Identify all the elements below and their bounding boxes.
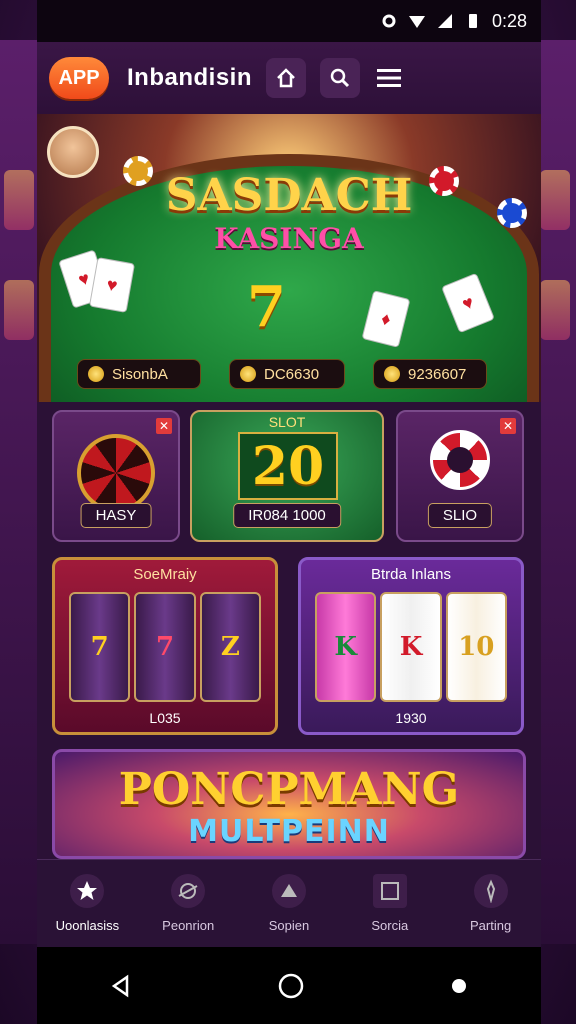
coin-icon (240, 366, 256, 382)
nav-item-promotion[interactable]: Peonrion (138, 860, 239, 947)
nav-item-label: Sorcia (371, 918, 409, 933)
system-navigation-bar (37, 947, 541, 1024)
casino-chip-icon (497, 198, 527, 228)
slot-reel: 7 (134, 592, 196, 702)
menu-button[interactable] (374, 58, 404, 98)
hero-stat-pill[interactable]: 9236607 (373, 359, 487, 389)
app-logo[interactable]: APP (49, 57, 109, 99)
settings-status-icon (382, 14, 396, 28)
hero-stat-label: SisonbA (112, 365, 168, 383)
nav-item-label: Parting (469, 918, 512, 933)
slot-number: 20 (238, 432, 338, 500)
lucky-seven: 7 (247, 274, 286, 340)
home-button[interactable] (266, 58, 306, 98)
recents-icon[interactable] (449, 976, 469, 996)
hero-stat-label: DC6630 (264, 365, 320, 383)
app-window: APP Inbandisin SASDACH KASINGA 7 ♥ ♥ ♦ ♥ (37, 42, 541, 947)
background-decoration-left (0, 40, 40, 944)
nav-item-home[interactable]: Uoonlasiss (37, 860, 138, 947)
nav-item-label: Sopien (268, 918, 310, 933)
coin-icon (88, 366, 104, 382)
game-tile-roulette[interactable]: ✕ HASY (52, 410, 180, 542)
planet-icon (171, 874, 206, 908)
game-tile-chip[interactable]: ✕ SLIO (396, 410, 524, 542)
pen-icon (473, 874, 508, 908)
signal-icon (437, 14, 452, 28)
slot-reel: K (380, 592, 442, 702)
reel-symbol: 7 (155, 632, 175, 662)
hero-stat-pill[interactable]: DC6630 (229, 359, 345, 389)
hat-icon (271, 874, 306, 908)
app-header: APP Inbandisin (37, 42, 541, 114)
slot-reel: K (315, 592, 377, 702)
status-time: 0:28 (491, 10, 527, 31)
game-tile-label: IR084 1000 (233, 503, 341, 528)
slot-machine-title: SoeMraiy (133, 566, 197, 583)
slot-machine-value: 1930 (395, 710, 427, 726)
slot-machine-card[interactable]: Btrda Inlans K K 10 1930 (298, 557, 524, 735)
slot-machine-card[interactable]: SoeMraiy 7 7 Z L035 (52, 557, 278, 735)
promo-banner-subtitle: MULTPEINN (188, 814, 390, 849)
promo-banner[interactable]: PONCPMANG MULTPEINN (52, 749, 526, 859)
nav-item-label: Peonrion (162, 918, 215, 933)
home-circle-icon[interactable] (277, 972, 305, 1000)
promo-banner-title: PONCPMANG (118, 764, 460, 815)
search-button[interactable] (320, 58, 360, 98)
reel-symbol: K (334, 632, 357, 662)
nav-item-sport[interactable]: Sopien (239, 860, 340, 947)
game-tiles-row: ✕ HASY SLOT 20 IR084 1000 ✕ SLIO (52, 410, 526, 544)
slot-machine-title: Btrda Inlans (370, 566, 452, 583)
status-bar: 0:28 (37, 0, 541, 42)
wifi-icon (408, 16, 425, 28)
search-icon (330, 68, 350, 88)
slot-machine-value: L035 (149, 710, 181, 726)
casino-chip-icon (123, 156, 153, 186)
game-tile-label: SLIO (427, 503, 493, 528)
hero-stat-label: 9236607 (408, 365, 467, 383)
phone-screen: 0:28 APP Inbandisin SASDACH KASINGA 7 ♥ … (0, 0, 576, 1024)
hero-title: SASDACH (165, 170, 413, 221)
close-icon[interactable]: ✕ (156, 418, 172, 434)
nav-item-ranking[interactable]: Parting (440, 860, 541, 947)
home-icon (277, 68, 295, 88)
page-title: Inbandisin (127, 64, 252, 91)
casino-chip-icon (430, 430, 490, 490)
back-icon[interactable] (109, 974, 133, 998)
casino-chip-icon (429, 166, 459, 196)
reel-symbol: Z (220, 632, 240, 662)
battery-icon (468, 14, 477, 28)
background-decoration-right (536, 40, 576, 944)
nav-item-label: Uoonlasiss (55, 918, 120, 933)
frame-icon (372, 874, 407, 908)
hero-banner[interactable]: SASDACH KASINGA 7 ♥ ♥ ♦ ♥ SisonbA DC6630… (37, 114, 541, 402)
game-tile-top-label: SLOT (268, 414, 306, 430)
slot-machines-row: SoeMraiy 7 7 Z L035 Btrda Inlans K K 10 … (52, 557, 526, 737)
game-tile-slot[interactable]: SLOT 20 IR084 1000 (190, 410, 384, 542)
slot-reels: 7 7 Z (69, 592, 261, 702)
close-icon[interactable]: ✕ (500, 418, 516, 434)
coin-icon (384, 366, 400, 382)
slot-reel: 10 (445, 592, 507, 702)
roulette-wheel-icon (77, 434, 155, 512)
reel-symbol: K (399, 632, 423, 662)
slot-reel: 7 (69, 592, 131, 702)
slot-reels: K K 10 (315, 592, 507, 702)
reel-symbol: 7 (90, 632, 109, 662)
game-tile-label: HASY (80, 503, 152, 528)
bottom-navigation: Uoonlasiss Peonrion Sopien Sorcia Partin… (37, 859, 541, 947)
star-icon (70, 874, 105, 908)
hero-stat-pill[interactable]: SisonbA (77, 359, 201, 389)
reel-symbol: 10 (458, 632, 495, 662)
nav-item-social[interactable]: Sorcia (339, 860, 440, 947)
slot-reel: Z (199, 592, 261, 702)
hamburger-menu-icon (377, 69, 401, 87)
hero-subtitle: KASINGA (214, 222, 364, 255)
